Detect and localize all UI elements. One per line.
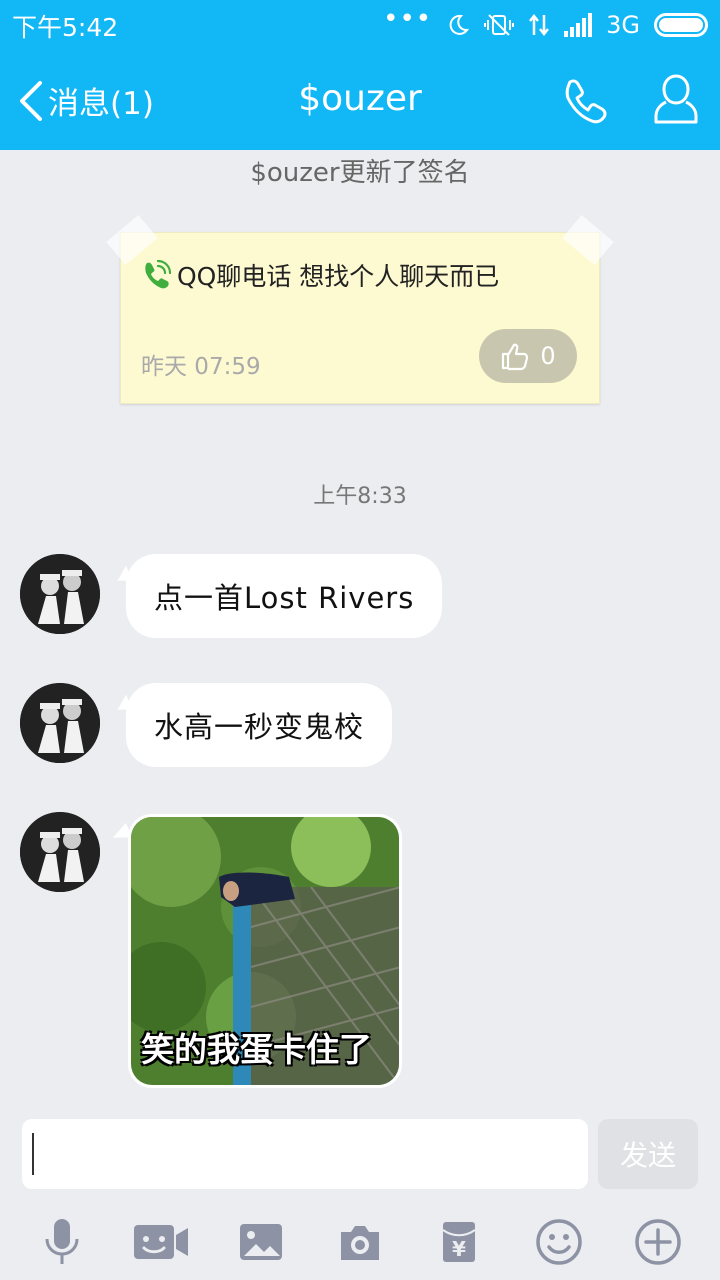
svg-text:¥: ¥ [452, 1237, 466, 1261]
like-button[interactable]: 0 [479, 329, 577, 383]
signal-icon [564, 13, 593, 37]
phone-call-icon [145, 260, 171, 289]
message-bubble[interactable]: 水高一秒变鬼校 [126, 683, 393, 767]
avatar[interactable] [20, 554, 100, 634]
status-icons: ••• 3G [383, 4, 708, 40]
tape-decoration [562, 215, 614, 265]
phone-icon [565, 79, 607, 124]
image-caption: 笑的我蛋卡住了 [141, 1030, 372, 1069]
gallery-button[interactable] [231, 1214, 291, 1270]
emoji-button[interactable] [529, 1214, 589, 1270]
data-transfer-icon [529, 13, 550, 37]
avatar[interactable] [20, 812, 100, 892]
red-packet-button[interactable]: ¥ [429, 1214, 489, 1270]
vibrate-off-icon [484, 14, 515, 36]
composer: 发送 ¥ [0, 1104, 720, 1280]
image-message[interactable]: 笑的我蛋卡住了 [128, 814, 402, 1088]
network-type: 3G [606, 11, 640, 39]
more-dots-icon: ••• [383, 4, 433, 34]
message-input[interactable] [22, 1119, 588, 1189]
signature-update-notice: $ouzer更新了签名 [250, 158, 470, 188]
like-count: 0 [540, 342, 556, 370]
signature-card[interactable]: QQ聊电话 想找个人聊天而已 昨天 07:59 0 [106, 215, 614, 404]
signature-label: QQ聊电话 想找个人聊天而已 [177, 262, 500, 291]
status-time: 下午5:42 [12, 13, 119, 42]
message-bubble[interactable]: 点一首Lost Rivers [126, 554, 443, 638]
composer-toolbar: ¥ [0, 1214, 720, 1270]
moon-icon [449, 14, 470, 35]
video-camera-icon [134, 1225, 189, 1259]
avatar[interactable] [20, 683, 100, 763]
avatar-image [20, 554, 100, 634]
voice-button[interactable] [32, 1214, 92, 1270]
status-bar: 下午5:42 ••• 3G [0, 0, 720, 52]
person-icon [654, 74, 698, 124]
chat-title: $ouzer [298, 78, 422, 119]
image-icon [239, 1224, 282, 1260]
avatar-image [20, 812, 100, 892]
signature-text: QQ聊电话 想找个人聊天而已 [141, 257, 499, 293]
microphone-icon [45, 1219, 79, 1264]
camera-icon [340, 1226, 379, 1260]
plus-circle-icon [635, 1219, 681, 1265]
message-text: 点一首Lost Rivers [154, 581, 415, 615]
send-button[interactable]: 发送 [598, 1119, 698, 1189]
signature-time: 昨天 07:59 [141, 354, 261, 380]
video-button[interactable] [131, 1214, 191, 1270]
text-cursor [32, 1133, 34, 1175]
more-button[interactable] [628, 1214, 688, 1270]
title-bar: 消息(1) $ouzer [0, 52, 720, 150]
phone-call-button[interactable] [560, 76, 610, 130]
profile-button[interactable] [652, 72, 700, 132]
smiley-icon [536, 1219, 582, 1265]
avatar-image [20, 683, 100, 763]
camera-button[interactable] [330, 1214, 390, 1270]
red-packet-icon: ¥ [442, 1222, 476, 1262]
thumbs-up-icon [502, 343, 529, 371]
battery-icon [654, 13, 708, 37]
time-separator: 上午8:33 [313, 484, 407, 509]
message-text: 水高一秒变鬼校 [154, 710, 365, 744]
